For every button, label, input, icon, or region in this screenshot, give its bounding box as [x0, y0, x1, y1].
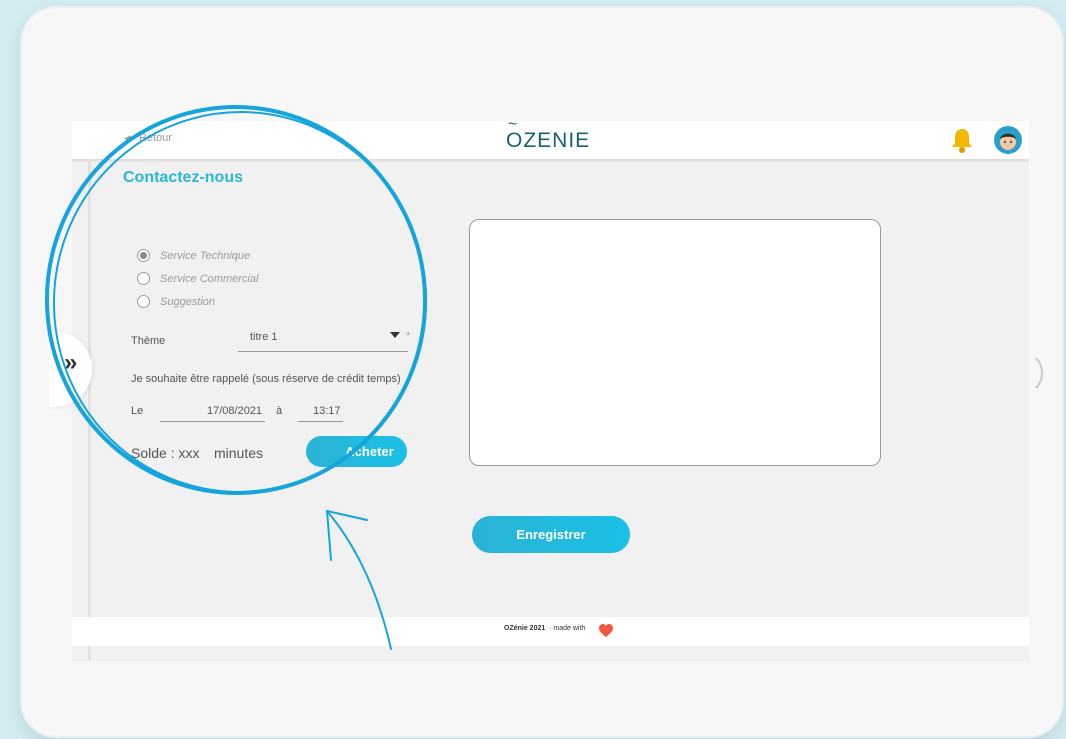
- logo: OZENIE: [506, 121, 591, 153]
- theme-label: Thème: [131, 335, 166, 347]
- balance-value: xxx: [178, 445, 200, 461]
- footer-text: OZénie 2021 · made with: [504, 625, 585, 632]
- back-triangle-icon: ◀: [124, 133, 131, 143]
- logo-mark: O: [506, 121, 523, 153]
- footer-made-with: · made with: [549, 625, 586, 632]
- app-screen: ◀ Retour OZENIE Contactez-nous Service Te…: [72, 121, 1029, 661]
- radio-button[interactable]: [137, 295, 150, 308]
- left-rail: [88, 159, 91, 661]
- radio-label: Service Technique: [160, 249, 251, 262]
- back-label: Retour: [138, 132, 172, 144]
- footer-brand: OZénie 2021: [504, 625, 546, 632]
- date-prefix: Le: [131, 405, 144, 417]
- chevron-right-icon[interactable]: [1033, 356, 1047, 390]
- date-field[interactable]: 17/08/2021: [207, 405, 262, 417]
- logo-text: ZENIE: [523, 129, 591, 152]
- page-title: Contactez-nous: [123, 169, 243, 186]
- radio-service-commercial[interactable]: Service Commercial: [137, 272, 258, 285]
- balance-display: Solde : xxx: [131, 445, 199, 461]
- footer: OZénie 2021 · made with: [72, 617, 1029, 646]
- top-bar: ◀ Retour OZENIE: [72, 121, 1029, 159]
- radio-label: Suggestion: [160, 295, 216, 308]
- balance-unit: minutes: [214, 445, 264, 461]
- avatar-face-icon: [1000, 133, 1016, 150]
- buy-button[interactable]: Acheter: [306, 436, 407, 467]
- radio-button[interactable]: [137, 249, 150, 262]
- callback-label: Je souhaite être rappelé (sous réserve d…: [131, 373, 401, 385]
- at-label: à: [276, 405, 283, 417]
- save-button[interactable]: Enregistrer: [472, 516, 630, 553]
- avatar[interactable]: [994, 126, 1022, 154]
- radio-button[interactable]: [137, 272, 150, 285]
- radio-label: Service Commercial: [160, 272, 259, 285]
- double-chevron-right-icon: »: [64, 349, 78, 376]
- required-marker: *: [406, 330, 411, 342]
- back-link[interactable]: ◀ Retour: [124, 132, 172, 144]
- dropdown-caret-icon[interactable]: [390, 332, 400, 338]
- radio-suggestion[interactable]: Suggestion: [137, 295, 215, 308]
- date-underline: [160, 421, 265, 422]
- bell-icon[interactable]: [947, 125, 977, 155]
- time-field[interactable]: 13:17: [313, 405, 341, 417]
- radio-service-technique[interactable]: Service Technique: [137, 249, 250, 262]
- time-underline: [298, 421, 343, 422]
- theme-underline: [238, 351, 408, 352]
- message-textarea[interactable]: [469, 219, 881, 466]
- balance-label: Solde :: [131, 445, 175, 461]
- heart-icon: [599, 624, 613, 637]
- theme-select[interactable]: titre 1: [250, 331, 278, 343]
